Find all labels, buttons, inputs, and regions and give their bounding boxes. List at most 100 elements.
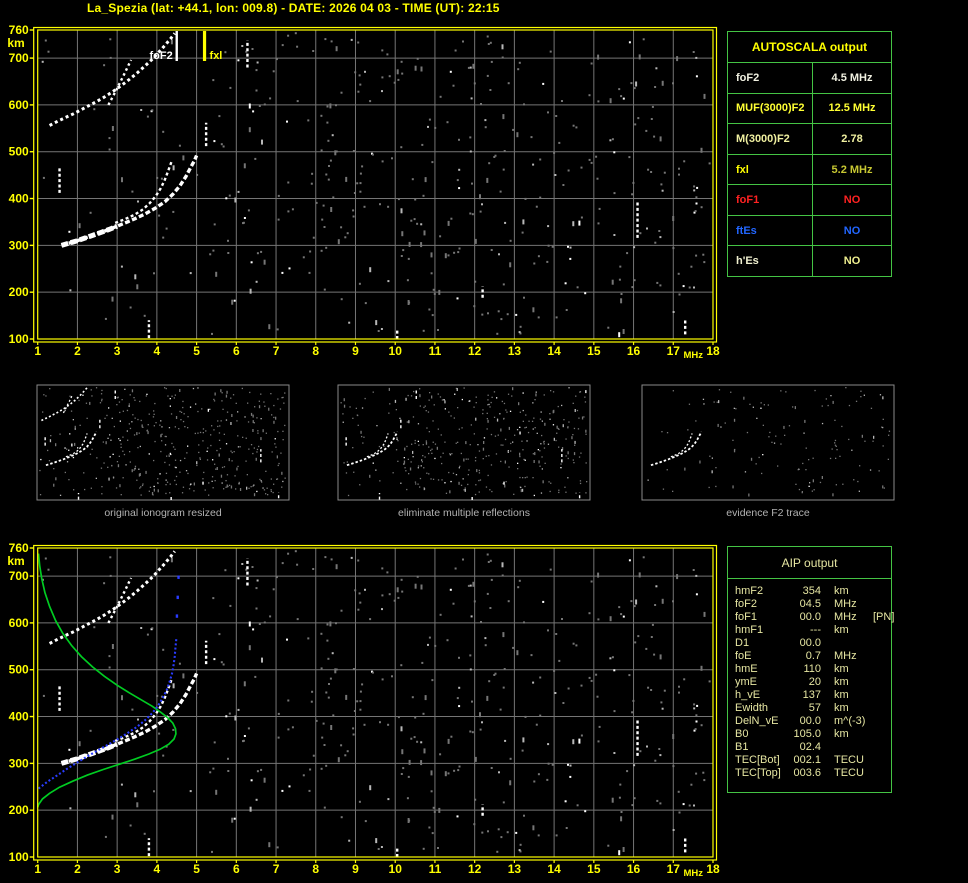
x-axis-tick-label: 9 [352, 344, 359, 358]
parameter-label: hmF1 [735, 624, 764, 636]
aip-row-b1: B1 02.4 [735, 741, 891, 754]
autoscala-row-h-es: h'Es NO [728, 246, 891, 277]
y-axis-tick-label: 760 [9, 541, 29, 555]
parameter-unit: MHz [834, 650, 857, 662]
parameter-value: 02.4 [799, 741, 821, 753]
y-axis-tick-label: 300 [9, 756, 29, 770]
parameter-label: foF2 [735, 598, 758, 610]
y-axis-tick-label: 600 [9, 616, 29, 630]
parameter-flag [867, 585, 891, 598]
autoscala-row-fxl: fxl 5.2 MHz [728, 154, 891, 186]
parameter-label: B0 [735, 728, 749, 740]
parameter-label: TEC[Bot] [735, 754, 780, 766]
y-axis-tick-label: 700 [9, 51, 29, 65]
y-axis-tick-label: 100 [9, 332, 29, 346]
parameter-flag [867, 676, 891, 689]
profile-ionogram-plot: 760700600500400300200100km1 2 3 4 5 6 7 8 9 10 11 1… [7, 541, 720, 879]
y-axis-tick-label: 200 [9, 285, 29, 299]
parameter-flag [867, 598, 891, 611]
parameter-flag [867, 728, 891, 741]
y-axis-tick-label: 400 [9, 192, 29, 206]
panel-caption: eliminate multiple reflections [398, 507, 530, 519]
x-axis-tick-label: 14 [547, 344, 561, 358]
aip-row-b0: B0 105.0 km [735, 728, 891, 741]
x-axis-tick-label: 7 [273, 344, 280, 358]
x-axis-tick-label: 17 [667, 344, 681, 358]
x-axis-tick-label: 14 [547, 862, 561, 876]
panel-caption: evidence F2 trace [726, 507, 810, 519]
parameter-unit: km [834, 702, 849, 714]
parameter-flag [867, 715, 891, 728]
parameter-value: 4.5 MHz [831, 71, 873, 84]
parameter-flag [867, 689, 891, 702]
y-axis-tick-label: 600 [9, 98, 29, 112]
parameter-label: MUF(3000)F2 [728, 93, 813, 124]
x-axis-tick-label: 16 [627, 344, 641, 358]
x-axis-tick-label: 16 [627, 862, 641, 876]
parameter-value: 57 [808, 702, 821, 714]
y-axis-tick-label: 700 [9, 569, 29, 583]
y-axis-tick-label: 760 [9, 23, 29, 37]
x-axis-tick-label: 18 [706, 862, 720, 876]
y-axis-unit-label: km [7, 36, 24, 50]
aip-table-body: hmF2 354 km foF2 04.5 MHz foF1 00.0 MHz [PN] hmF1 -… [728, 579, 895, 780]
parameter-flag: [PN] [873, 611, 895, 623]
x-axis-unit-label: MHz [684, 868, 704, 879]
parameter-flag [867, 650, 891, 663]
x-axis-tick-label: 12 [468, 344, 482, 358]
aip-row-tec-bot-: TEC[Bot] 002.1 TECU [735, 754, 891, 767]
x-axis-tick-label: 1 [34, 344, 41, 358]
parameter-value: --- [810, 624, 821, 636]
autoscala-table-body: foF2 4.5 MHz MUF(3000)F2 12.5 MHz M(3000)F2 2… [728, 63, 891, 277]
x-axis-tick-label: 6 [233, 344, 240, 358]
parameter-label: foF1 [735, 611, 758, 623]
parameter-value: NO [843, 194, 861, 207]
parameter-label: TEC[Top] [735, 767, 781, 779]
x-axis-tick-label: 9 [352, 862, 359, 876]
parameter-value: 00.0 [799, 637, 821, 649]
aip-row-h-ve: h_vE 137 km [735, 689, 891, 702]
y-axis-tick-label: 300 [9, 238, 29, 252]
x-axis-tick-label: 17 [667, 862, 681, 876]
y-axis-tick-label: 100 [9, 850, 29, 864]
aip-output-table: AIP output hmF2 354 km foF2 04.5 MHz foF1 00.0 M… [727, 546, 895, 793]
parameter-flag [867, 624, 891, 637]
parameter-label: hmF2 [735, 585, 764, 597]
x-axis-tick-label: 13 [508, 344, 522, 358]
parameter-label: Ewidth [735, 702, 769, 714]
parameter-value: 002.1 [793, 754, 821, 766]
aip-row-ewidth: Ewidth 57 km [735, 702, 891, 715]
autoscala-row-muf-3000-f2: MUF(3000)F2 12.5 MHz [728, 93, 891, 125]
x-axis-tick-label: 6 [233, 862, 240, 876]
parameter-label: M(3000)F2 [728, 124, 813, 154]
parameter-unit: km [834, 728, 849, 740]
x-axis-tick-label: 8 [312, 344, 319, 358]
autoscala-table-header: AUTOSCALA output [728, 32, 891, 63]
parameter-flag [867, 741, 891, 754]
parameter-flag [867, 702, 891, 715]
parameter-unit: km [834, 585, 849, 597]
parameter-value: 105.0 [793, 728, 821, 740]
x-axis-tick-label: 3 [114, 344, 121, 358]
parameter-unit: km [834, 663, 849, 675]
x-axis-tick-label: 11 [429, 862, 442, 876]
parameter-flag [867, 754, 891, 767]
aip-table-header: AIP output [728, 547, 891, 579]
y-axis-tick-label: 500 [9, 663, 29, 677]
x-axis-tick-label: 1 [34, 862, 41, 876]
x-axis-tick-label: 4 [154, 344, 161, 358]
parameter-label: h_vE [735, 689, 761, 701]
aip-row-yme: ymE 20 km [735, 676, 891, 689]
processing-panel-1: original ionogram resized [36, 384, 290, 519]
parameter-value: 354 [802, 585, 821, 597]
panel-caption: original ionogram resized [104, 507, 221, 519]
aip-row-hmf2: hmF2 354 km [735, 585, 891, 598]
y-axis-unit-label: km [7, 554, 24, 568]
parameter-value: 12.5 MHz [828, 102, 876, 115]
parameter-value: 003.6 [793, 767, 821, 779]
x-axis-unit-label: MHz [684, 350, 704, 361]
page-title: La_Spezia (lat: +44.1, lon: 009.8) - DAT… [87, 1, 500, 15]
x-axis-tick-label: 12 [468, 862, 482, 876]
parameter-label: hmE [735, 663, 758, 675]
x-axis-tick-label: 5 [193, 344, 200, 358]
